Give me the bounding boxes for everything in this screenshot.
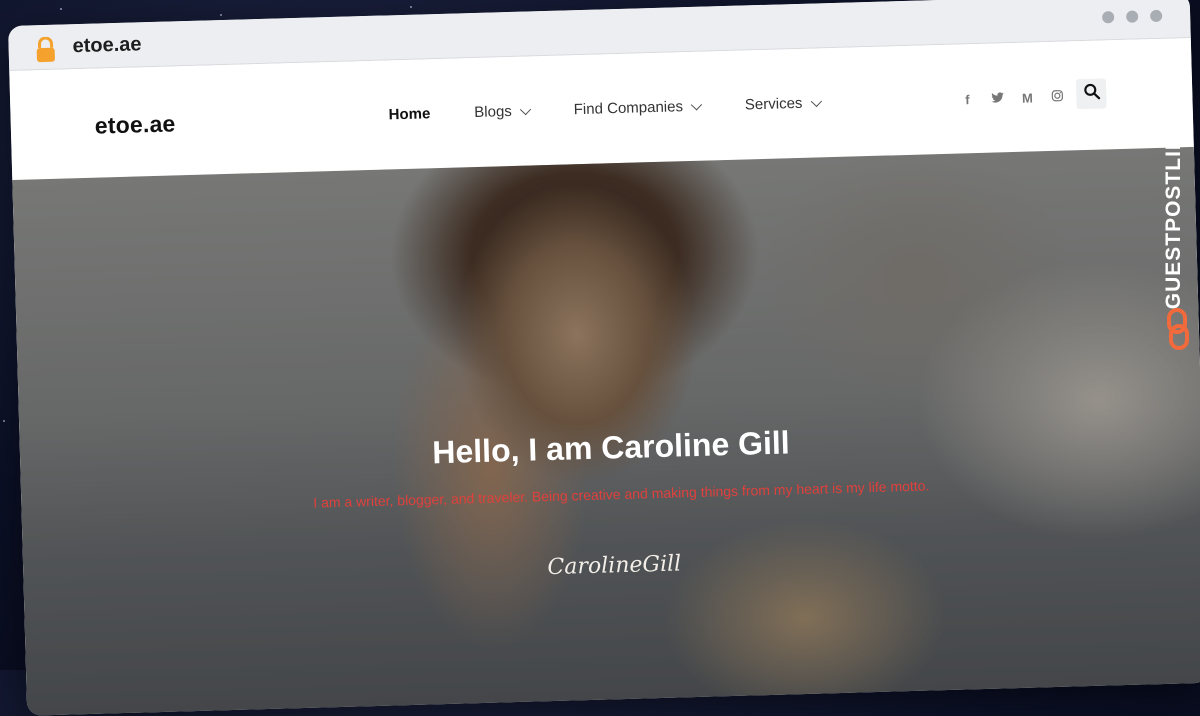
hero-section: Hello, I am Caroline Gill I am a writer,… — [12, 146, 1200, 716]
guestpostlinks-badge: GUESTPOSTLINKS — [1152, 56, 1196, 356]
lock-icon — [34, 36, 57, 69]
search-button[interactable] — [1075, 78, 1107, 110]
nav-item-label: Blogs — [474, 102, 513, 122]
star — [410, 6, 412, 8]
star — [220, 14, 222, 16]
nav-item-home[interactable]: Home — [388, 105, 430, 123]
nav-item-blogs[interactable]: Blogs — [474, 102, 532, 122]
nav-item-find-companies[interactable]: Find Companies — [573, 98, 703, 119]
window-dot[interactable] — [1150, 9, 1163, 23]
star — [60, 8, 62, 10]
nav-item-label: Home — [388, 105, 431, 124]
site-logo[interactable]: etoe.ae — [94, 110, 175, 139]
window-controls — [1102, 9, 1163, 24]
browser-window: etoe.ae etoe.ae Home Blogs Find Companie… — [8, 0, 1200, 716]
nav-item-label: Find Companies — [573, 98, 684, 119]
star — [3, 420, 5, 422]
twitter-icon[interactable] — [990, 91, 1004, 106]
medium-icon[interactable]: M — [1020, 90, 1034, 105]
window-dot[interactable] — [1102, 11, 1115, 24]
search-icon — [1083, 83, 1101, 105]
url-text[interactable]: etoe.ae — [72, 33, 142, 58]
nav-item-label: Services — [744, 94, 803, 114]
facebook-icon[interactable]: f — [960, 92, 974, 107]
chevron-down-icon — [520, 103, 532, 115]
window-dot[interactable] — [1126, 10, 1139, 23]
social-links: f M — [960, 90, 1064, 108]
badge-text: GUESTPOSTLINKS — [1162, 102, 1185, 310]
instagram-icon[interactable] — [1050, 90, 1064, 105]
chevron-down-icon — [810, 95, 823, 107]
nav-item-services[interactable]: Services — [744, 94, 823, 114]
main-nav: Home Blogs Find Companies Services — [388, 94, 823, 123]
link-icon — [1166, 308, 1190, 355]
chevron-down-icon — [691, 98, 703, 110]
